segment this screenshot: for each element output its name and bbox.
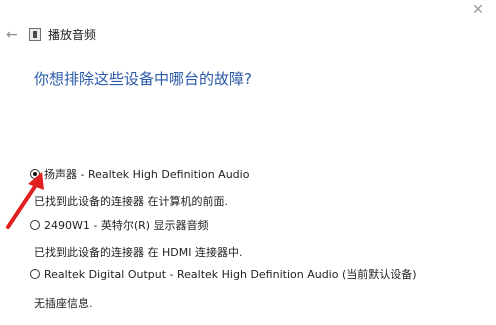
annotation-arrow [6,172,44,229]
